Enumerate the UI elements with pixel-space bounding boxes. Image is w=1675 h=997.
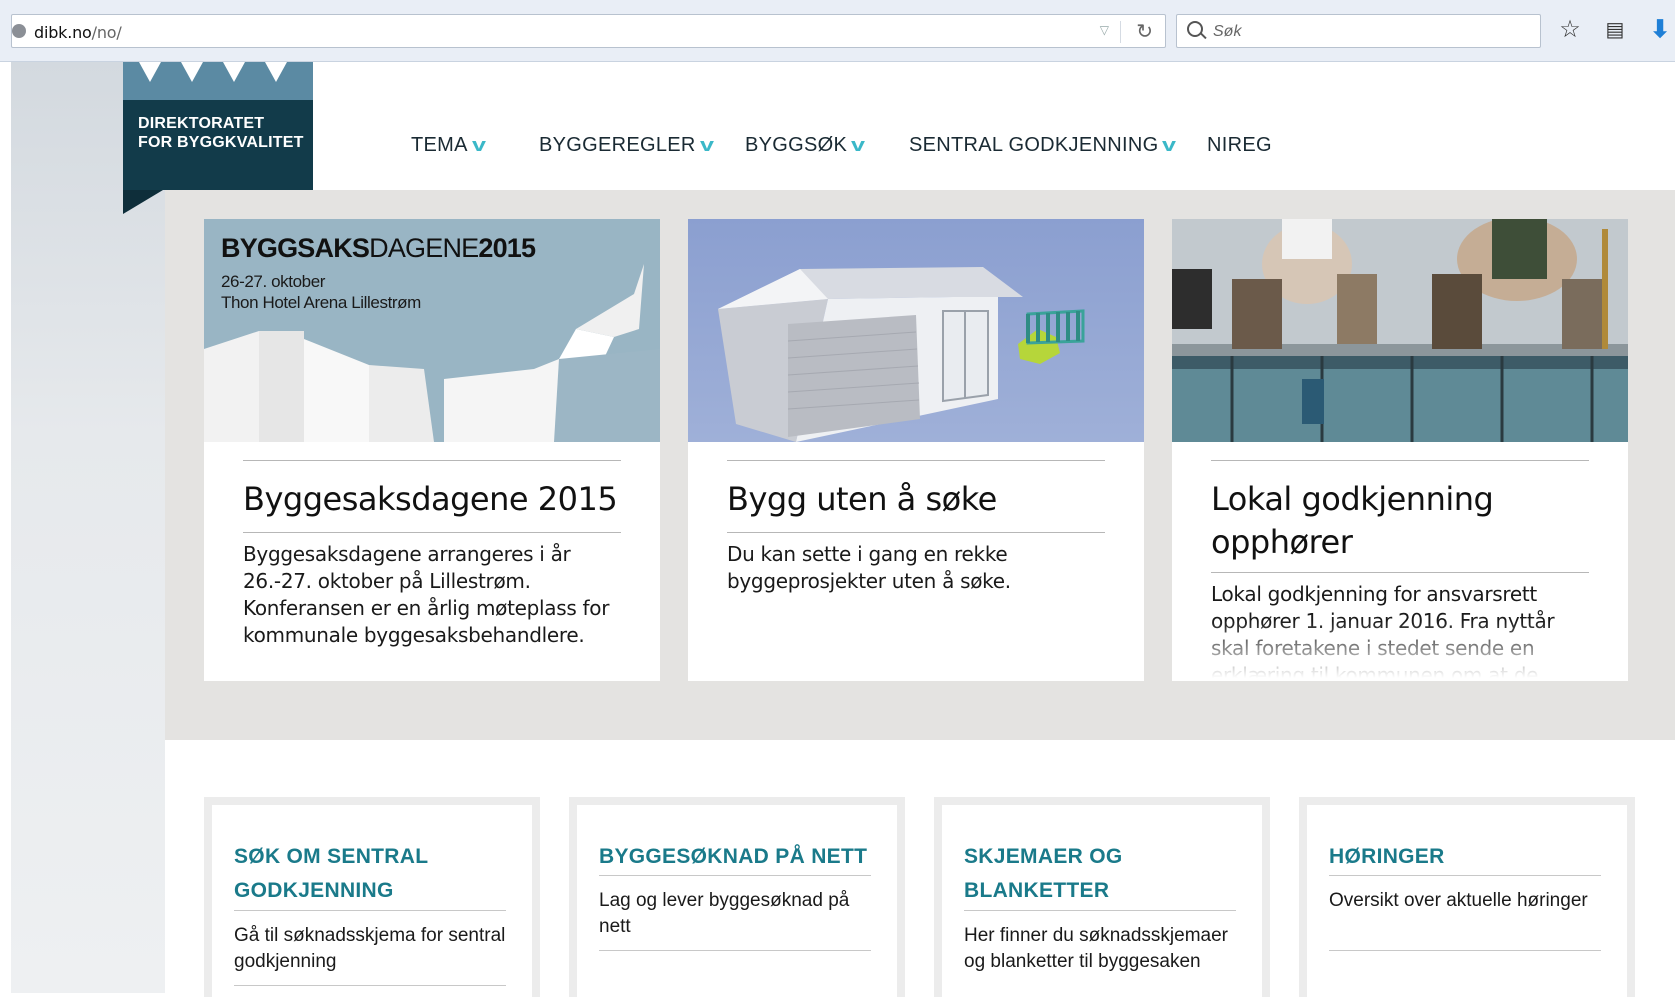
feature-card-byggesaksdagene[interactable]: BYGGSAKSDAGENE2015 26-27. oktober Thon H… [204, 219, 660, 681]
banner-place: Thon Hotel Arena Lillestrøm [221, 293, 421, 312]
search-icon [1187, 21, 1203, 37]
nav-item-sentral-godkjenning[interactable]: SENTRAL GODKJENNING v [909, 134, 1177, 157]
url-text: dibk.no/no/ [34, 23, 122, 42]
garage-image [688, 219, 1144, 442]
logo-emblem-mark [265, 62, 287, 82]
bookmark-star-icon[interactable]: ☆ [1555, 14, 1585, 46]
link-divider [599, 950, 871, 951]
nav-label: SENTRAL GODKJENNING [909, 134, 1159, 156]
link-card-byggesoknad[interactable]: BYGGESØKNAD PÅ NETT Lag og lever byggesø… [569, 797, 905, 997]
chevron-down-icon: v [471, 135, 487, 155]
nav-item-tema[interactable]: TEMA v [411, 134, 487, 157]
link-title[interactable]: HØRINGER [1329, 840, 1599, 874]
link-card-skjemaer[interactable]: SKJEMAER OG BLANKETTER Her finner du søk… [934, 797, 1270, 997]
link-divider [964, 910, 1236, 911]
banner-year: 2015 [478, 233, 536, 263]
banner-details: 26-27. oktober Thon Hotel Arena Lillestr… [221, 271, 421, 313]
chevron-down-icon: v [1162, 135, 1177, 155]
link-text: Lag og lever byggesøknad på nett [599, 890, 850, 937]
url-separator [1120, 21, 1121, 43]
header-background [165, 62, 1675, 190]
logo-tail [123, 190, 163, 214]
url-host: dibk.no [34, 23, 92, 42]
link-title[interactable]: SØK OM SENTRAL GODKJENNING [234, 840, 504, 908]
browser-search-input[interactable]: Søk [1176, 14, 1541, 48]
card-text: Du kan sette i gang en rekke byggeprosje… [727, 542, 1011, 593]
card-title[interactable]: Byggesaksdagene 2015 [243, 478, 621, 521]
card-title[interactable]: Lokal godkjenning opphører [1211, 478, 1589, 564]
workers-photo [1172, 219, 1628, 442]
logo-emblem [123, 62, 313, 100]
garage-graphic [718, 267, 1085, 442]
banner-bold: BYGGSAKS [221, 233, 370, 263]
reload-icon[interactable]: ↻ [1136, 19, 1153, 44]
card-divider [243, 532, 621, 533]
link-card-horinger[interactable]: HØRINGER Oversikt over aktuelle høringer [1299, 797, 1635, 997]
card-divider [1211, 460, 1589, 461]
nav-item-byggeregler[interactable]: BYGGEREGLER v [539, 134, 715, 157]
link-divider [1329, 875, 1601, 876]
chevron-down-icon: v [851, 135, 866, 155]
web-page: DIREKTORATET FOR BYGGKVALITET TEMA v BYGG… [11, 62, 1675, 997]
link-text: Oversikt over aktuelle høringer [1329, 890, 1588, 911]
feature-card-bygg-uten-a-soke[interactable]: Bygg uten å søke Du kan sette i gang en … [688, 219, 1144, 681]
link-divider [234, 985, 506, 986]
chevron-down-icon: v [699, 135, 715, 155]
banner-date: 26-27. oktober [221, 272, 326, 291]
workers-graphic [1172, 219, 1628, 442]
url-dropdown-icon[interactable]: ▽ [1100, 23, 1109, 37]
text-fade [1172, 621, 1628, 681]
link-divider [1329, 950, 1601, 951]
card-divider [727, 460, 1105, 461]
nav-item-byggsok[interactable]: BYGGSØK v [745, 134, 866, 157]
nav-label: BYGGEREGLER [539, 134, 696, 156]
nav-label: NIREG [1207, 134, 1272, 156]
feature-card-lokal-godkjenning[interactable]: Lokal godkjenning opphører Lokal godkjen… [1172, 219, 1628, 681]
logo-line-2: FOR BYGGKVALITET [138, 134, 304, 151]
logo-emblem-mark [181, 62, 203, 82]
nav-label: BYGGSØK [745, 134, 848, 156]
site-logo[interactable]: DIREKTORATET FOR BYGGKVALITET [123, 62, 313, 190]
card-divider [1211, 572, 1589, 573]
logo-text: DIREKTORATET FOR BYGGKVALITET [138, 114, 304, 152]
site-info-icon[interactable] [12, 24, 26, 38]
card-text: Byggesaksdagene arrangeres i år 26.-27. … [243, 542, 610, 647]
nav-label: TEMA [411, 134, 468, 156]
link-text: Her finner du søknadsskjemaer og blanket… [964, 925, 1228, 972]
link-text: Gå til søknadsskjema for sentral godkjen… [234, 925, 506, 972]
logo-emblem-mark [223, 62, 245, 82]
url-path: /no/ [91, 23, 122, 42]
nav-item-nireg[interactable]: NIREG [1207, 134, 1272, 157]
download-icon[interactable]: ⬇ [1645, 14, 1675, 46]
card-divider [243, 460, 621, 461]
link-divider [234, 910, 506, 911]
link-title[interactable]: SKJEMAER OG BLANKETTER [964, 840, 1234, 908]
card-divider [727, 532, 1105, 533]
url-bar[interactable]: dibk.no/no/ ▽ ↻ [11, 14, 1166, 48]
banner-heading: BYGGSAKSDAGENE2015 [221, 233, 536, 264]
reading-list-icon[interactable]: ▤ [1600, 14, 1630, 46]
link-card-sentral-godkjenning[interactable]: SØK OM SENTRAL GODKJENNING Gå til søknad… [204, 797, 540, 997]
logo-emblem-mark [139, 62, 161, 82]
link-divider [599, 875, 871, 876]
search-placeholder: Søk [1213, 23, 1242, 40]
link-title[interactable]: BYGGESØKNAD PÅ NETT [599, 840, 869, 874]
byggesaksdagene-banner-image: BYGGSAKSDAGENE2015 26-27. oktober Thon H… [204, 219, 660, 442]
card-title[interactable]: Bygg uten å søke [727, 478, 1105, 521]
banner-light: DAGENE [369, 233, 479, 263]
logo-line-1: DIREKTORATET [138, 115, 265, 132]
browser-toolbar: dibk.no/no/ ▽ ↻ Søk ☆ ▤ ⬇ [0, 0, 1675, 62]
